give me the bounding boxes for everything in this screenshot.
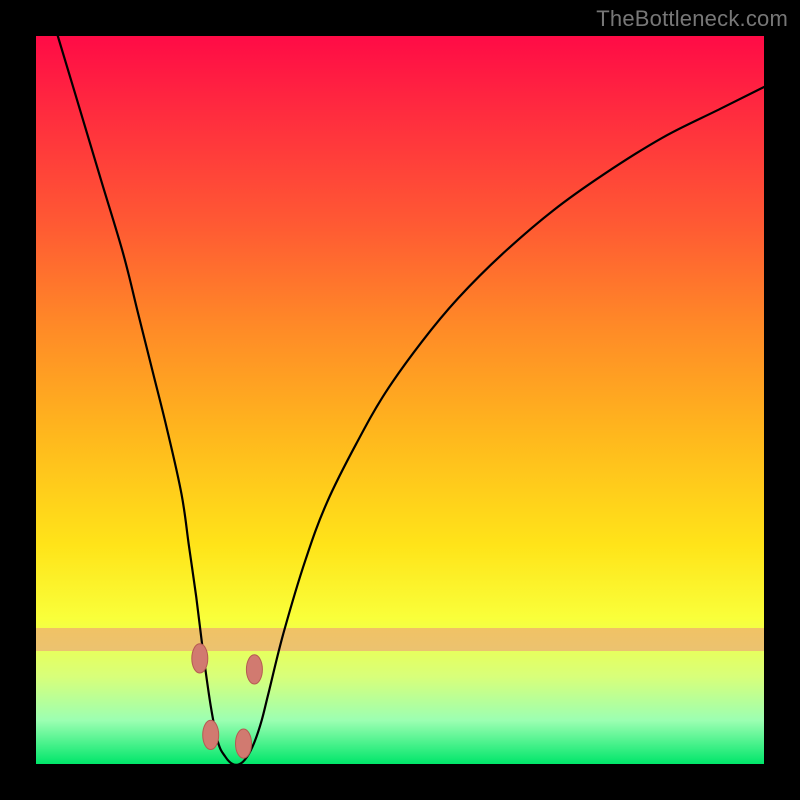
curve-marker [236, 729, 252, 758]
plot-area [36, 36, 764, 764]
curve-svg [36, 36, 764, 764]
curve-marker [203, 720, 219, 749]
curve-marker [192, 644, 208, 673]
bottleneck-curve [58, 36, 764, 764]
curve-marker [246, 655, 262, 684]
watermark-text: TheBottleneck.com [596, 6, 788, 32]
curve-markers [192, 644, 263, 758]
